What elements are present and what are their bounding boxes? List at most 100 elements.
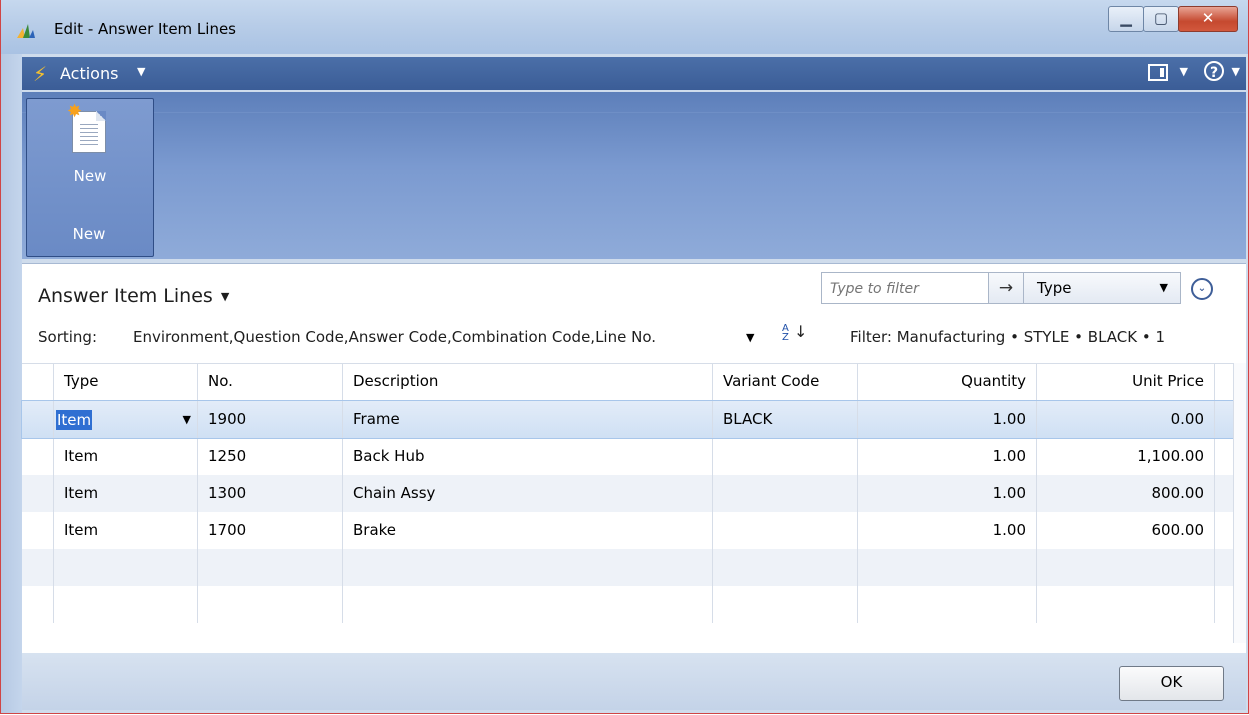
quantity-cell[interactable]: 1.00 (858, 401, 1037, 438)
column-header-description[interactable]: Description (343, 364, 713, 400)
type-dropdown[interactable]: Item ▼ (54, 401, 198, 438)
page-title-text: Answer Item Lines (38, 285, 213, 307)
column-header-variant-code[interactable]: Variant Code (713, 364, 858, 400)
empty-cell[interactable] (858, 586, 1037, 623)
row-selector[interactable] (22, 512, 54, 549)
row-selector-header (22, 364, 54, 400)
table-row[interactable]: Item 1250 Back Hub 1.00 1,100.00 (22, 438, 1234, 475)
chevron-down-icon[interactable]: ▼ (221, 290, 229, 303)
empty-cell[interactable] (198, 586, 343, 623)
empty-cell[interactable] (1037, 549, 1215, 586)
chevron-down-icon[interactable]: ▼ (1232, 65, 1240, 78)
description-cell[interactable]: Back Hub (343, 438, 713, 475)
no-cell[interactable]: 1250 (198, 438, 343, 475)
row-selector[interactable] (22, 401, 54, 438)
variant-code-cell[interactable] (713, 475, 858, 512)
expand-filter-icon[interactable]: ⌄ (1191, 278, 1213, 300)
empty-row[interactable] (22, 586, 1234, 623)
chevron-down-icon[interactable]: ▼ (137, 65, 145, 78)
footer-bar: OK (22, 653, 1246, 710)
empty-cell[interactable] (858, 549, 1037, 586)
empty-cell[interactable] (713, 586, 858, 623)
type-cell[interactable]: Item (54, 475, 198, 512)
filter-text: Filter: Manufacturing • STYLE • BLACK • … (850, 328, 1165, 346)
quantity-cell[interactable]: 1.00 (858, 438, 1037, 475)
description-cell[interactable]: Chain Assy (343, 475, 713, 512)
variant-code-cell[interactable]: BLACK (713, 401, 858, 438)
column-header-quantity[interactable]: Quantity (858, 364, 1037, 400)
row-selector[interactable] (22, 549, 54, 586)
empty-cell[interactable] (54, 549, 198, 586)
layout-icon[interactable] (1148, 64, 1168, 81)
type-cell[interactable]: Item (54, 438, 198, 475)
vertical-scrollbar[interactable] (1233, 363, 1246, 643)
quantity-cell[interactable]: 1.00 (858, 475, 1037, 512)
page-title[interactable]: Answer Item Lines ▼ (38, 285, 229, 307)
variant-code-cell[interactable] (713, 438, 858, 475)
left-frame (1, 54, 22, 713)
content-panel: Answer Item Lines ▼ → Type ▼ ⌄ Sorting: E… (21, 263, 1246, 654)
empty-cell[interactable] (54, 586, 198, 623)
filter-field-select[interactable]: Type ▼ (1023, 272, 1181, 304)
empty-cell[interactable] (198, 549, 343, 586)
no-cell[interactable]: 1300 (198, 475, 343, 512)
ribbon-divider (22, 112, 1246, 113)
filter-field-value: Type (1037, 279, 1072, 297)
title-bar[interactable]: Edit - Answer Item Lines ▁ ▢ ✕ (1, 0, 1248, 54)
page-lines (80, 124, 98, 146)
filter-box[interactable] (821, 272, 989, 304)
filter-input[interactable] (828, 275, 982, 303)
close-button[interactable]: ✕ (1178, 6, 1238, 32)
window-title: Edit - Answer Item Lines (54, 20, 236, 38)
unit-price-cell[interactable]: 600.00 (1037, 512, 1215, 549)
no-cell[interactable]: 1700 (198, 512, 343, 549)
ribbon-group-label: New (72, 225, 106, 243)
maximize-icon: ▢ (1153, 9, 1169, 27)
column-header-unit-price[interactable]: Unit Price (1037, 364, 1215, 400)
minimize-button[interactable]: ▁ (1108, 6, 1144, 32)
lines-table: Type No. Description Variant Code Quanti… (21, 363, 1235, 623)
chevron-down-icon[interactable]: ▼ (746, 331, 754, 344)
sort-order-icon[interactable]: A Z ↓ (782, 324, 807, 346)
table-row[interactable]: Item 1700 Brake 1.00 600.00 (22, 512, 1234, 549)
table-body: Item ▼ 1900 Frame BLACK 1.00 0.00 Item 1… (21, 400, 1235, 623)
empty-cell[interactable] (713, 549, 858, 586)
apply-filter-button[interactable]: → (988, 272, 1024, 304)
description-cell[interactable]: Frame (343, 401, 713, 438)
chevron-down-icon: ▼ (1159, 281, 1168, 294)
variant-code-cell[interactable] (713, 512, 858, 549)
table-row[interactable]: Item ▼ 1900 Frame BLACK 1.00 0.00 (21, 400, 1235, 439)
actions-menu[interactable]: Actions (60, 64, 118, 83)
close-icon: ✕ (1201, 9, 1215, 27)
quantity-cell[interactable]: 1.00 (858, 512, 1037, 549)
empty-cell[interactable] (1037, 586, 1215, 623)
unit-price-cell[interactable]: 1,100.00 (1037, 438, 1215, 475)
table-row[interactable]: Item 1300 Chain Assy 1.00 800.00 (22, 475, 1234, 512)
empty-cell[interactable] (343, 586, 713, 623)
empty-cell[interactable] (343, 549, 713, 586)
column-header-no[interactable]: No. (198, 364, 343, 400)
ribbon: ✸ New New (22, 92, 1246, 259)
unit-price-cell[interactable]: 800.00 (1037, 475, 1215, 512)
empty-row[interactable] (22, 549, 1234, 586)
column-header-type[interactable]: Type (54, 364, 198, 400)
window-controls: ▁ ▢ ✕ (1108, 6, 1238, 32)
row-selector[interactable] (22, 586, 54, 623)
chevron-down-icon[interactable]: ▼ (183, 402, 191, 438)
unit-price-cell[interactable]: 0.00 (1037, 401, 1215, 438)
help-icon[interactable]: ? (1204, 61, 1224, 81)
app-logo-icon (17, 24, 35, 38)
description-cell[interactable]: Brake (343, 512, 713, 549)
row-selector[interactable] (22, 438, 54, 475)
table-header: Type No. Description Variant Code Quanti… (22, 363, 1234, 401)
maximize-button[interactable]: ▢ (1143, 6, 1179, 32)
arrow-right-icon: → (998, 278, 1014, 298)
chevron-down-icon[interactable]: ▼ (1180, 65, 1188, 78)
row-selector[interactable] (22, 475, 54, 512)
ok-button[interactable]: OK (1119, 666, 1224, 701)
type-cell[interactable]: Item (54, 512, 198, 549)
sorting-value[interactable]: Environment,Question Code,Answer Code,Co… (133, 328, 656, 346)
new-button-label: New (73, 167, 107, 185)
type-value[interactable]: Item (56, 409, 93, 430)
no-cell[interactable]: 1900 (198, 401, 343, 438)
